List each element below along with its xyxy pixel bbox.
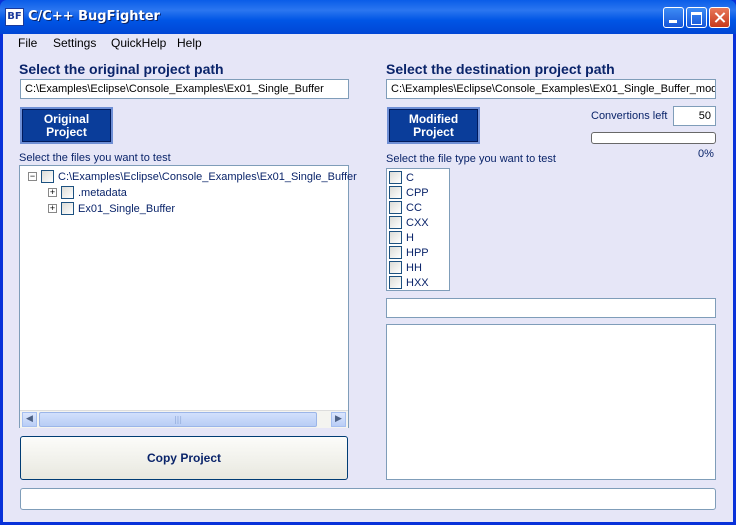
- menu-help[interactable]: Help: [177, 36, 202, 50]
- filetype-item-cxx[interactable]: CXX: [389, 216, 429, 229]
- tree-root-row[interactable]: − C:\Examples\Eclipse\Console_Examples\E…: [28, 170, 357, 183]
- window-title: C/C++ BugFighter: [28, 9, 160, 24]
- app-logo-icon: BF: [5, 8, 24, 26]
- tree-root-label: C:\Examples\Eclipse\Console_Examples\Ex0…: [58, 170, 357, 183]
- close-button[interactable]: [709, 7, 730, 28]
- scroll-thumb[interactable]: |||: [39, 412, 317, 427]
- filetype-checkbox[interactable]: [389, 216, 402, 229]
- search-input[interactable]: [386, 298, 716, 318]
- file-tree[interactable]: − C:\Examples\Eclipse\Console_Examples\E…: [19, 165, 357, 428]
- filetype-label-h: H: [406, 231, 414, 244]
- filetype-item-hxx[interactable]: HXX: [389, 276, 429, 289]
- files-label: Select the files you want to test: [19, 152, 171, 164]
- filetype-checkbox[interactable]: [389, 201, 402, 214]
- filetype-label-hpp: HPP: [406, 246, 429, 259]
- filetype-item-hpp[interactable]: HPP: [389, 246, 429, 259]
- filetype-label-c: C: [406, 171, 414, 184]
- filetype-item-cc[interactable]: CC: [389, 201, 422, 214]
- app-window: BF C/C++ BugFighter File Settings QuickH…: [0, 0, 736, 525]
- scroll-left-icon[interactable]: ◀: [22, 412, 37, 427]
- filetype-checkbox[interactable]: [389, 186, 402, 199]
- filetype-checkbox[interactable]: [389, 231, 402, 244]
- tree-horizontal-scrollbar[interactable]: ◀ ||| ▶: [20, 410, 348, 428]
- status-bar: [20, 488, 716, 510]
- filetype-checkbox[interactable]: [389, 246, 402, 259]
- tree-item-checkbox[interactable]: [61, 202, 74, 215]
- original-path-heading: Select the original project path: [19, 61, 224, 77]
- tree-item-label: .metadata: [78, 186, 127, 199]
- collapse-icon[interactable]: −: [28, 172, 37, 181]
- filetype-checkbox[interactable]: [389, 261, 402, 274]
- filetype-label-hxx: HXX: [406, 276, 429, 289]
- filetype-label-cxx: CXX: [406, 216, 429, 229]
- tree-item-label: Ex01_Single_Buffer: [78, 202, 176, 215]
- client-area: File Settings QuickHelp Help Select the …: [3, 34, 733, 522]
- conversions-label: Convertions left: [591, 110, 668, 122]
- filetype-label-hh: HH: [406, 261, 422, 274]
- title-bar[interactable]: BF C/C++ BugFighter: [0, 0, 736, 34]
- tree-item-ex01[interactable]: + Ex01_Single_Buffer: [48, 202, 175, 215]
- copy-project-button[interactable]: Copy Project: [20, 436, 348, 480]
- original-project-button[interactable]: Original Project: [20, 107, 113, 144]
- progress-percent: 0%: [698, 148, 714, 160]
- filetype-label-cpp: CPP: [406, 186, 429, 199]
- filetype-item-cpp[interactable]: CPP: [389, 186, 429, 199]
- tree-root-checkbox[interactable]: [41, 170, 54, 183]
- filetype-label-cc: CC: [406, 201, 422, 214]
- conversion-progress-bar: [591, 132, 716, 144]
- modified-project-button[interactable]: Modified Project: [387, 107, 480, 144]
- menu-file[interactable]: File: [18, 36, 37, 50]
- maximize-button[interactable]: [686, 7, 707, 28]
- scroll-right-icon[interactable]: ▶: [331, 412, 346, 427]
- destination-path-heading: Select the destination project path: [386, 61, 615, 77]
- expand-icon[interactable]: +: [48, 188, 57, 197]
- menu-settings[interactable]: Settings: [53, 36, 96, 50]
- filetype-label: Select the file type you want to test: [386, 153, 556, 165]
- original-path-input[interactable]: C:\Examples\Eclipse\Console_Examples\Ex0…: [20, 79, 349, 99]
- destination-path-input[interactable]: C:\Examples\Eclipse\Console_Examples\Ex0…: [386, 79, 716, 99]
- tree-item-metadata[interactable]: + .metadata: [48, 186, 127, 199]
- output-text-area[interactable]: [386, 324, 716, 480]
- conversions-input[interactable]: 50: [673, 106, 716, 126]
- expand-icon[interactable]: +: [48, 204, 57, 213]
- filetype-checkbox[interactable]: [389, 171, 402, 184]
- filetype-checkbox[interactable]: [389, 276, 402, 289]
- filetype-item-hh[interactable]: HH: [389, 261, 422, 274]
- filetype-item-c[interactable]: C: [389, 171, 414, 184]
- filetype-item-h[interactable]: H: [389, 231, 414, 244]
- minimize-button[interactable]: [663, 7, 684, 28]
- tree-item-checkbox[interactable]: [61, 186, 74, 199]
- menu-bar: File Settings QuickHelp Help: [3, 34, 733, 54]
- menu-quickhelp[interactable]: QuickHelp: [111, 36, 166, 50]
- filetype-list[interactable]: C CPP CC CXX H HPP HH HXX: [386, 168, 450, 291]
